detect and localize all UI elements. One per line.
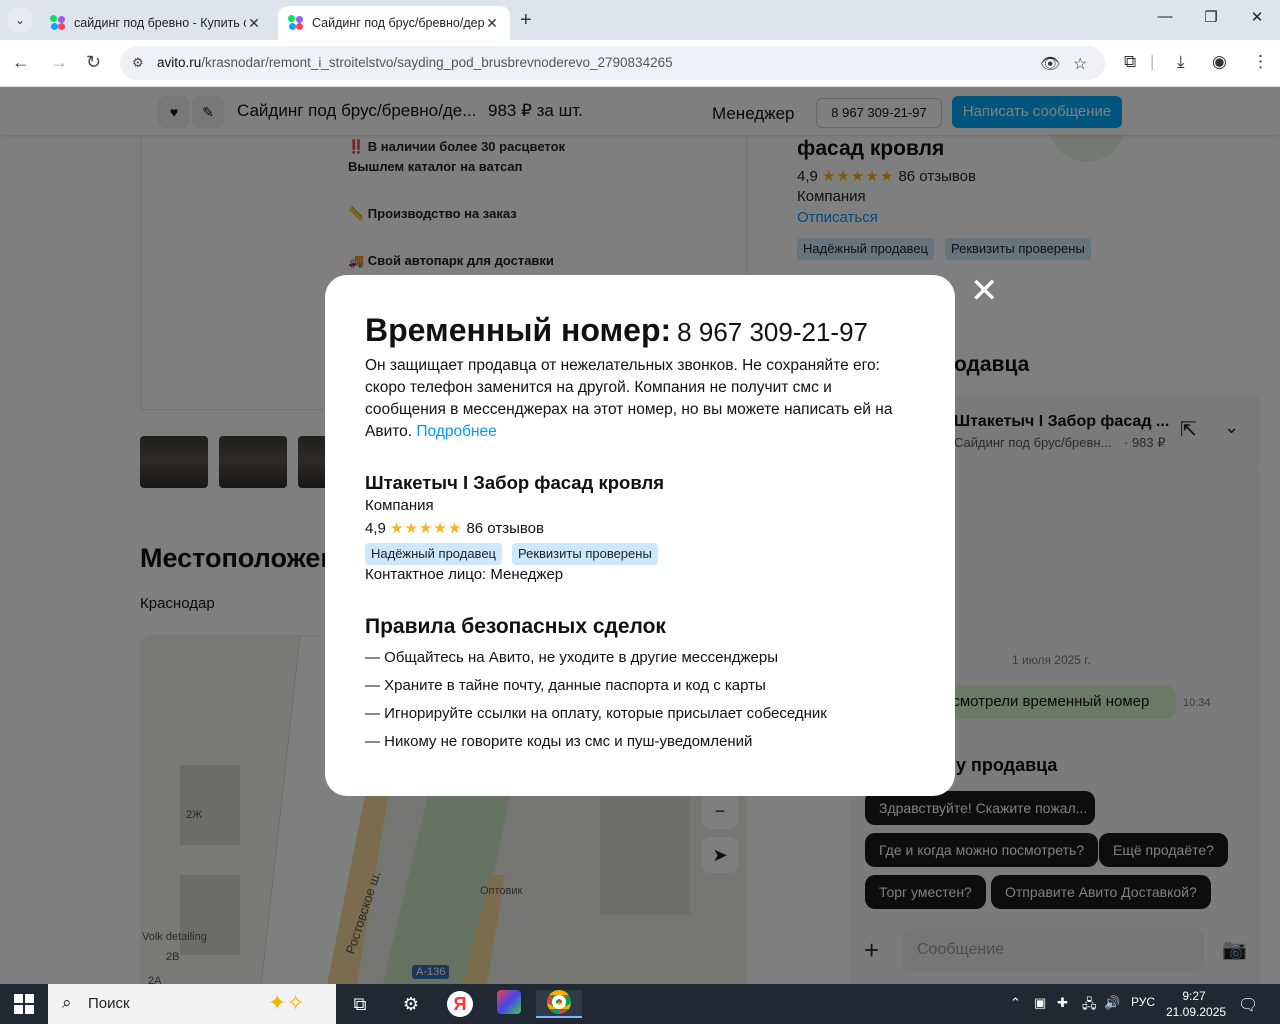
toolbar-divider: | (1150, 52, 1155, 71)
search-icon: ⌕ (62, 993, 72, 1012)
tray-meet-icon[interactable]: ▣ (1034, 995, 1046, 1011)
modal-badge-verified: Реквизиты проверены (512, 543, 658, 565)
browser-toolbar: ← → ↻ ⚙ avito.ru/krasnodar/remont_i_stro… (0, 40, 1280, 87)
modal-close-icon[interactable]: ✕ (970, 271, 999, 311)
windows-start-icon[interactable] (14, 994, 34, 1014)
site-settings-icon[interactable]: ⚙ (132, 55, 144, 71)
tab-title: Сайдинг под брус/бревно/дер (312, 16, 484, 30)
url-text: avito.ru/krasnodar/remont_i_stroitelstvo… (157, 55, 673, 70)
modal-badge-reliable: Надёжный продавец (365, 543, 502, 565)
safety-rule: — Игнорируйте ссылки на оплату, которые … (365, 705, 827, 722)
yandex-browser-icon[interactable]: Я (445, 990, 475, 1018)
tab-bar: ⌄ сайдинг под бревно - Купить с ✕ Сайдин… (0, 0, 1280, 40)
tab-close-icon[interactable]: ✕ (484, 15, 500, 32)
sparkle-icon: ✦✧ (268, 990, 305, 1015)
window-close-icon[interactable]: ✕ (1234, 8, 1280, 26)
taskbar-clock[interactable]: 9:27 21.09.2025 (1166, 988, 1226, 1020)
page-content: ♥ ✎ Сайдинг под брус/бревно/де... 983 ₽ … (0, 87, 1280, 984)
bookmark-star-icon[interactable]: ☆ (1073, 54, 1087, 74)
taskbar-search-text: Поиск (88, 995, 130, 1012)
back-arrow-icon[interactable]: ← (12, 52, 30, 73)
avito-favicon-icon (50, 15, 66, 31)
taskbar-search[interactable]: ⌕ Поиск ✦✧ (48, 984, 336, 1024)
notifications-icon[interactable]: 🗨 (1238, 995, 1258, 1015)
windows-taskbar: ⌕ Поиск ✦✧ ⧉ ⚙ Я ⌃ ▣ ✚ 🖧 🔊 РУС 9:27 21.09… (0, 984, 1280, 1024)
safety-rule: — Общайтесь на Авито, не уходите в други… (365, 649, 778, 666)
modal-title: Временный номер: 8 967 309-21-97 (365, 312, 868, 348)
language-indicator[interactable]: РУС (1131, 995, 1155, 1009)
safety-rules-title: Правила безопасных сделок (365, 615, 666, 638)
tab-active[interactable]: Сайдинг под брус/бревно/дер ✕ (278, 6, 510, 40)
chrome-icon[interactable] (536, 990, 582, 1018)
tray-app-icon[interactable]: ✚ (1057, 995, 1068, 1011)
profile-icon[interactable]: ◉ (1212, 52, 1227, 72)
more-link[interactable]: Подробнее (416, 423, 496, 440)
tab-title: сайдинг под бревно - Купить с (74, 16, 246, 30)
safety-rule: — Никому не говорите коды из смс и пуш-у… (365, 733, 753, 750)
safety-rule: — Храните в тайне почту, данные паспорта… (365, 677, 766, 694)
download-icon[interactable]: ⤓ (1177, 52, 1185, 72)
address-bar[interactable]: ⚙ avito.ru/krasnodar/remont_i_stroitelst… (120, 46, 1105, 80)
modal-contact: Контактное лицо: Менеджер (365, 566, 564, 583)
tab-close-icon[interactable]: ✕ (246, 15, 262, 32)
new-tab-plus-icon[interactable]: + (520, 9, 532, 32)
modal-seller-name: Штакетыч I Забор фасад кровля (365, 472, 665, 493)
menu-kebab-icon[interactable]: ⋮ (1252, 52, 1269, 72)
extensions-puzzle-icon[interactable]: ⧉ (1124, 52, 1136, 72)
avito-favicon-icon (288, 15, 304, 31)
reload-icon[interactable]: ↻ (86, 52, 101, 73)
restore-icon[interactable]: ❐ (1188, 8, 1234, 26)
temporary-number-modal: Временный номер: 8 967 309-21-97 Он защищ… (325, 275, 955, 796)
modal-rating: 4,9 ★★★★★ 86 отзывов (365, 520, 544, 537)
modal-phone: 8 967 309-21-97 (677, 317, 868, 347)
screen: ⌄ сайдинг под бревно - Купить с ✕ Сайдин… (0, 0, 1280, 1024)
task-view-icon[interactable]: ⧉ (345, 990, 375, 1018)
rating-stars-icon: ★★★★★ (390, 520, 463, 537)
modal-description: Он защищает продавца от нежелательных зв… (365, 357, 893, 440)
modal-seller-type: Компания (365, 497, 434, 514)
tab-search-chevron-icon[interactable]: ⌄ (8, 8, 32, 32)
minimize-icon[interactable]: — (1142, 8, 1188, 25)
forward-arrow-icon[interactable]: → (50, 52, 68, 73)
volume-icon[interactable]: 🔊 (1104, 995, 1120, 1011)
network-icon[interactable]: 🖧 (1082, 995, 1097, 1017)
photos-app-icon[interactable] (494, 990, 524, 1018)
tracking-protection-icon[interactable]: 👁 (1040, 54, 1060, 74)
tab-inactive[interactable]: сайдинг под бревно - Купить с ✕ (40, 6, 272, 40)
tray-chevron-up-icon[interactable]: ⌃ (1010, 995, 1021, 1011)
settings-gear-icon[interactable]: ⚙ (396, 990, 426, 1018)
